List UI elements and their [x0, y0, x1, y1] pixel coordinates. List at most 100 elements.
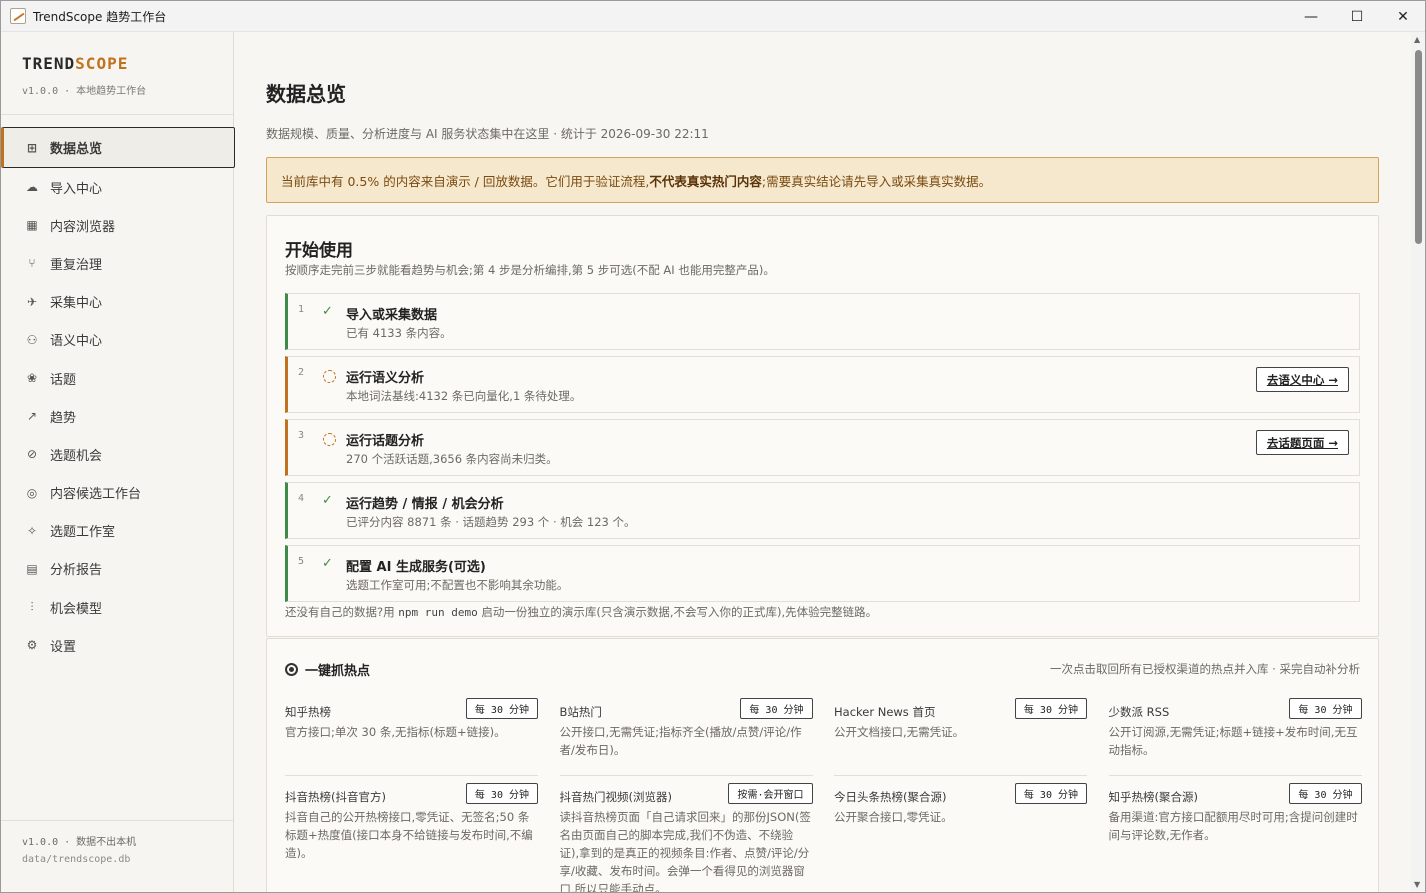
brand-version: v1.0.0 · 本地趋势工作台 [22, 86, 147, 97]
step-action-button[interactable]: 去语义中心 → [1255, 367, 1349, 392]
source-divider [834, 775, 1087, 776]
source-name: B站热门 [559, 705, 602, 719]
sidebar-item-label: 重复治理 [50, 257, 103, 273]
sidebar-item-8[interactable]: ⊘ 选题机会 [1, 435, 234, 473]
schedule-badge[interactable]: 每 30 分钟 [1014, 783, 1087, 804]
scroll-down-icon[interactable]: ▼ [1414, 880, 1420, 889]
step-title: 运行话题分析 [346, 434, 425, 449]
source-description: 备用渠道:官方接口配额用尽时可用;含提问创建时间与评论数,无作者。 [1108, 810, 1358, 842]
sidebar-divider [1, 114, 233, 115]
app-logo-icon [10, 8, 26, 24]
getting-started-subtitle: 按顺序走完前三步就能看趋势与机会;第 4 步是分析编排,第 5 步可选(不配 A… [285, 263, 775, 277]
sidebar-item-label: 设置 [50, 639, 77, 655]
demo-note-text: 还没有自己的数据?用 [285, 605, 399, 619]
demo-command: npm run demo [398, 606, 478, 619]
sidebar-item-4[interactable]: ✈ 采集中心 [1, 283, 234, 321]
step-title: 运行趋势 / 情报 / 机会分析 [346, 497, 504, 512]
step-number: 5 [298, 556, 305, 567]
onboarding-step: 2 运行语义分析 本地词法基线:4132 条已向量化,1 条待处理。 去语义中心 → [285, 356, 1360, 413]
hot-fetch-card: 一键抓热点 一次点击取回所有已授权渠道的热点并入库 · 采完自动补分析 知乎热榜… [266, 638, 1379, 892]
footer-db-path: data/trendscope.db [22, 854, 131, 865]
minimize-button[interactable]: — [1288, 1, 1334, 32]
sidebar-item-13[interactable]: ⚙ 设置 [1, 626, 234, 664]
sidebar-item-11[interactable]: ▤ 分析报告 [1, 550, 234, 588]
schedule-badge[interactable]: 按需·会开窗口 [728, 783, 813, 804]
warning-text: ;需要真实结论请先导入或采集真实数据。 [761, 173, 992, 189]
title-bar[interactable]: TrendScope 趋势工作台 — ☐ ✕ [1, 1, 1425, 32]
check-icon: ✓ [322, 556, 333, 571]
sidebar-item-label: 数据总览 [50, 142, 103, 157]
sliders-icon: ⫶ [30, 599, 34, 614]
merge-icon: ⑂ [28, 256, 36, 271]
sidebar-item-label: 选题机会 [50, 448, 103, 464]
sidebar-item-3[interactable]: ⑂ 重复治理 [1, 244, 234, 282]
sidebar-item-7[interactable]: ↗ 趋势 [1, 397, 234, 435]
getting-started-title: 开始使用 [285, 241, 353, 261]
trend-icon: ↗ [26, 409, 38, 424]
schedule-badge[interactable]: 每 30 分钟 [465, 783, 538, 804]
step-number: 3 [298, 430, 305, 441]
sidebar-item-label: 内容浏览器 [50, 219, 116, 235]
compass-icon: ⊘ [26, 447, 38, 462]
sidebar-item-label: 选题工作室 [50, 525, 116, 541]
demo-data-warning: 当前库中有 0.5% 的内容来自演示 / 回放数据。它们用于验证流程, 不代表真实… [266, 157, 1379, 203]
sidebar-item-1[interactable]: ☁ 导入中心 [1, 168, 234, 206]
cloud-upload-icon: ☁ [26, 180, 38, 195]
pending-icon [323, 433, 336, 446]
source-name: 抖音热榜(抖音官方) [285, 790, 386, 804]
onboarding-step: 1 ✓ 导入或采集数据 已有 4133 条内容。 [285, 293, 1360, 350]
step-description: 已有 4133 条内容。 [346, 326, 452, 340]
brand-part-1: TREND [22, 54, 76, 73]
sidebar-item-9[interactable]: ◎ 内容候选工作台 [1, 474, 234, 512]
vertical-scrollbar[interactable]: ▲ ▼ [1411, 32, 1425, 892]
schedule-badge[interactable]: 每 30 分钟 [1014, 698, 1087, 719]
sidebar-item-label: 趋势 [50, 410, 77, 426]
scrollbar-thumb[interactable] [1415, 50, 1422, 244]
page-subtitle: 数据规模、质量、分析进度与 AI 服务状态集中在这里 · 统计于 2026-09… [266, 127, 709, 141]
onboarding-step: 4 ✓ 运行趋势 / 情报 / 机会分析 已评分内容 8871 条 · 话题趋势 29… [285, 482, 1360, 539]
schedule-badge[interactable]: 每 30 分钟 [1289, 783, 1362, 804]
step-title: 运行语义分析 [346, 371, 425, 386]
sidebar-item-label: 采集中心 [50, 296, 103, 312]
maximize-button[interactable]: ☐ [1334, 1, 1380, 32]
step-title: 配置 AI 生成服务(可选) [346, 560, 486, 575]
grid-icon: ⊞ [26, 140, 38, 155]
page-title: 数据总览 [266, 82, 346, 106]
sidebar-item-2[interactable]: ▦ 内容浏览器 [1, 206, 234, 244]
satellite-icon: ✈ [26, 294, 38, 309]
cluster-icon: ❀ [26, 371, 38, 386]
source-divider [559, 775, 813, 776]
sidebar-nav: ⊞ 数据总览 ☁ 导入中心 ▦ 内容浏览器 ⑂ 重复治理 ✈ 采集中心 ⚇ 语义中心 ❀ 话题 ↗ 趋势 ⊘ 选题… [1, 127, 235, 664]
network-icon: ⚇ [26, 332, 38, 347]
close-button[interactable]: ✕ [1380, 1, 1425, 32]
source-description: 抖音自己的公开热榜接口,零凭证、无签名;50 条标题+热度值(接口本身不给链接与… [285, 810, 533, 860]
sidebar-item-label: 内容候选工作台 [50, 487, 142, 503]
sidebar-item-0[interactable]: ⊞ 数据总览 [1, 127, 235, 168]
onboarding-step: 3 运行话题分析 270 个活跃话题,3656 条内容尚未归类。 去话题页面 → [285, 419, 1360, 476]
settings-icon: ⚙ [26, 638, 38, 653]
source-name: 今日头条热榜(聚合源) [834, 790, 947, 804]
sidebar-item-label: 导入中心 [50, 181, 103, 197]
sidebar-item-12[interactable]: ⫶ 机会模型 [1, 588, 234, 626]
sidebar-item-label: 机会模型 [50, 601, 103, 617]
sidebar-item-label: 话题 [50, 372, 77, 388]
sidebar-item-10[interactable]: ✧ 选题工作室 [1, 512, 234, 550]
step-action-button[interactable]: 去话题页面 → [1255, 430, 1349, 455]
schedule-badge[interactable]: 每 30 分钟 [1289, 698, 1362, 719]
schedule-badge[interactable]: 每 30 分钟 [465, 698, 538, 719]
source-name: 抖音热门视频(浏览器) [559, 790, 672, 804]
step-number: 1 [298, 304, 305, 315]
sidebar: TRENDSCOPE v1.0.0 · 本地趋势工作台 ⊞ 数据总览 ☁ 导入中心 ▦ 内… [1, 32, 235, 892]
sidebar-item-label: 分析报告 [50, 563, 103, 579]
sidebar-item-6[interactable]: ❀ 话题 [1, 359, 234, 397]
hot-fetch-note: 一次点击取回所有已授权渠道的热点并入库 · 采完自动补分析 [1050, 662, 1360, 676]
source-description: 公开文档接口,无需凭证。 [834, 725, 965, 739]
schedule-badge[interactable]: 每 30 分钟 [740, 698, 813, 719]
scroll-up-icon[interactable]: ▲ [1414, 35, 1420, 44]
sidebar-item-5[interactable]: ⚇ 语义中心 [1, 321, 234, 359]
footer-version: v1.0.0 · 数据不出本机 [22, 837, 137, 848]
hot-fetch-title: 一键抓热点 [285, 660, 370, 679]
check-icon: ✓ [322, 304, 333, 319]
check-icon: ✓ [322, 493, 333, 508]
source-description: 公开接口,无需凭证;指标齐全(播放/点赞/评论/作者/发布日)。 [559, 725, 802, 757]
